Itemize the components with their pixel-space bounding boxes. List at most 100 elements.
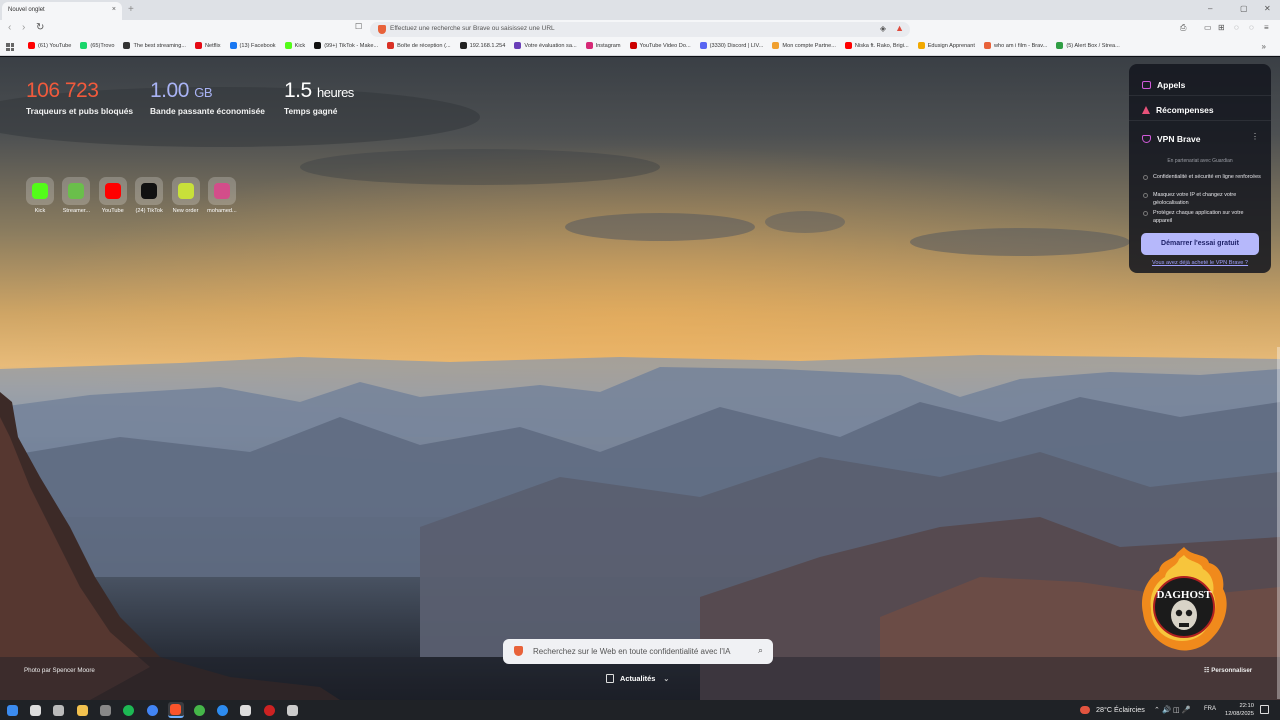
bookmark-item[interactable]: Edusign Apprenant <box>917 42 975 49</box>
bookmark-item[interactable]: Votre évaluation sa... <box>514 42 577 49</box>
site-logo-icon <box>213 183 230 199</box>
bookmark-item[interactable]: Niska ft. Rako, Brigi... <box>844 42 909 49</box>
start-free-trial-button[interactable]: Démarrer l'essai gratuit <box>1141 233 1259 255</box>
back-button[interactable]: ‹ <box>8 22 11 33</box>
taskbar-xbox-icon[interactable] <box>191 702 207 718</box>
language-indicator[interactable]: FRA <box>1204 706 1216 712</box>
new-tab-page: 106 723 Traqueurs et pubs bloqués 1.00 G… <box>0 57 1280 700</box>
bookmarks-overflow-button[interactable]: » <box>1262 42 1266 51</box>
address-bar[interactable]: Effectuez une recherche sur Brave ou sai… <box>370 22 910 37</box>
bookmark-item[interactable]: Kick <box>284 42 305 49</box>
taskbar-obs-icon[interactable] <box>261 702 277 718</box>
taskbar-files-icon[interactable] <box>74 702 90 718</box>
bookmark-item[interactable]: who am i film - Brav... <box>983 42 1047 49</box>
tab-new-tab[interactable]: Nouvel onglet × <box>2 2 122 20</box>
bookmark-label: Netflix <box>204 42 221 49</box>
taskbar-app-icon[interactable] <box>285 702 301 718</box>
bookmark-item[interactable]: YouTube Video Do... <box>629 42 691 49</box>
notifications-icon[interactable] <box>1260 705 1269 714</box>
capcut-glyph <box>240 704 252 716</box>
weather-icon <box>1080 705 1090 714</box>
bookmark-label: Niska ft. Rako, Brigi... <box>854 42 909 49</box>
brave-rewards-icon[interactable]: ▲ <box>895 23 904 33</box>
bookmark-page-icon[interactable]: ☐ <box>355 22 362 31</box>
wallet-icon[interactable]: ⊞ <box>1218 23 1225 32</box>
bookmark-item[interactable]: Instagram <box>585 42 621 49</box>
bookmark-item[interactable]: (13) Facebook <box>229 42 276 49</box>
brave-shields-icon[interactable]: ◈ <box>880 24 886 33</box>
taskview-glyph <box>53 704 65 716</box>
rewards-item[interactable]: Récompenses <box>1142 105 1214 115</box>
bookmark-item[interactable]: (61) YouTube <box>28 42 71 49</box>
forward-button[interactable]: › <box>22 22 25 33</box>
top-site-tile[interactable]: mohamed... <box>204 177 240 214</box>
system-tray[interactable]: ⌃ 🔊 ◫ 🎤 <box>1154 705 1191 714</box>
sidebar-icon[interactable]: ▭ <box>1204 23 1212 32</box>
vpn-icon[interactable]: ◌ <box>1249 23 1254 32</box>
taskbar-brave-icon[interactable] <box>167 702 184 718</box>
vpn-feature-text: Masquez votre IP et changez votre géoloc… <box>1153 192 1237 206</box>
clock[interactable]: 22:10 12/08/2025 <box>1222 702 1254 718</box>
top-site-tile[interactable]: (24) TikTok <box>131 177 167 214</box>
photo-credit[interactable]: Photo par Spencer Moore <box>24 667 95 674</box>
customize-button[interactable]: ☷ Personnaliser <box>1204 667 1252 674</box>
bookmark-item[interactable]: (5) Alert Box / Strea... <box>1056 42 1120 49</box>
bookmark-item[interactable]: Boîte de réception (... <box>387 42 451 49</box>
taskbar-edge-icon[interactable] <box>215 702 231 718</box>
taskbar-start-icon[interactable] <box>4 702 20 718</box>
bookmarks-list: (61) YouTube (65)Trovo The best streaming.… <box>28 42 1129 49</box>
bookmark-label: Mon compte Partne... <box>782 42 836 49</box>
bookmark-label: Instagram <box>595 42 621 49</box>
top-site-label: New order <box>172 208 199 214</box>
leo-icon[interactable]: ◌ <box>1234 23 1239 32</box>
taskbar-capcut-icon[interactable] <box>238 702 254 718</box>
bookmark-item[interactable]: Netflix <box>194 42 221 49</box>
bullet-icon <box>1143 211 1148 216</box>
top-site-tile[interactable]: Streamer... <box>58 177 94 214</box>
top-site-tile[interactable]: Kick <box>22 177 58 214</box>
taskbar-spotify-icon[interactable] <box>121 702 137 718</box>
bookmark-item[interactable]: (3330) Discord | LIV... <box>699 42 763 49</box>
reload-button[interactable]: ↻ <box>36 22 44 33</box>
web-search-box[interactable]: Recherchez sur le Web en toute confident… <box>503 639 773 664</box>
windows-taskbar: 28°C Éclaircies ⌃ 🔊 ◫ 🎤 FRA 22:10 12/08/… <box>0 700 1280 720</box>
taskbar-chrome-icon[interactable] <box>144 702 160 718</box>
news-toggle[interactable]: Actualités ⌄ <box>606 674 669 683</box>
vpn-partner-text: En partenariat avec Guardian <box>1167 158 1233 164</box>
bookmark-label: (65)Trovo <box>90 42 115 49</box>
bookmark-item[interactable]: (99+) TikTok - Make... <box>314 42 378 49</box>
search-icon[interactable]: ⌕ <box>758 645 763 656</box>
maximize-button[interactable]: ▢ <box>1240 4 1248 13</box>
bookmark-favicon-icon <box>844 42 852 49</box>
already-bought-vpn-link[interactable]: Vous avez déjà acheté le VPN Brave ? <box>1129 260 1271 266</box>
close-window-button[interactable]: ✕ <box>1264 4 1271 13</box>
edge-glyph <box>217 704 229 716</box>
top-site-tile[interactable]: YouTube <box>95 177 131 214</box>
vpn-more-options-icon[interactable]: ⋮ <box>1251 132 1259 141</box>
bookmark-item[interactable]: (65)Trovo <box>80 42 114 49</box>
weather-widget[interactable]: 28°C Éclaircies <box>1080 705 1145 714</box>
tab-close-icon[interactable]: × <box>112 6 116 13</box>
site-logo-icon <box>141 183 158 199</box>
daghost-logo: DAGHOST <box>1141 547 1227 651</box>
taskbar-search-icon[interactable] <box>27 702 43 718</box>
menu-icon[interactable]: ≡ <box>1264 23 1269 32</box>
calls-item[interactable]: Appels <box>1142 80 1185 90</box>
apps-grid-icon[interactable] <box>6 43 14 51</box>
taskbar-photos-icon[interactable] <box>98 702 114 718</box>
bookmark-label: 192.168.1.254 <box>469 42 506 49</box>
rewards-icon <box>1142 106 1150 114</box>
bookmark-favicon-icon <box>917 42 925 49</box>
new-tab-button[interactable]: + <box>128 4 134 15</box>
bookmark-item[interactable]: Mon compte Partne... <box>772 42 836 49</box>
calls-icon <box>1142 81 1151 89</box>
bookmark-item[interactable]: The best streaming... <box>123 42 186 49</box>
screenshot-icon[interactable]: ⎙ <box>1180 23 1186 33</box>
top-site-tile[interactable]: New order <box>168 177 204 214</box>
bookmark-favicon-icon <box>983 42 991 49</box>
minimize-button[interactable]: – <box>1208 4 1212 13</box>
bookmark-item[interactable]: 192.168.1.254 <box>459 42 506 49</box>
stat-time-unit: heures <box>317 85 354 100</box>
bookmark-label: (61) YouTube <box>38 42 72 49</box>
taskbar-taskview-icon[interactable] <box>51 702 67 718</box>
